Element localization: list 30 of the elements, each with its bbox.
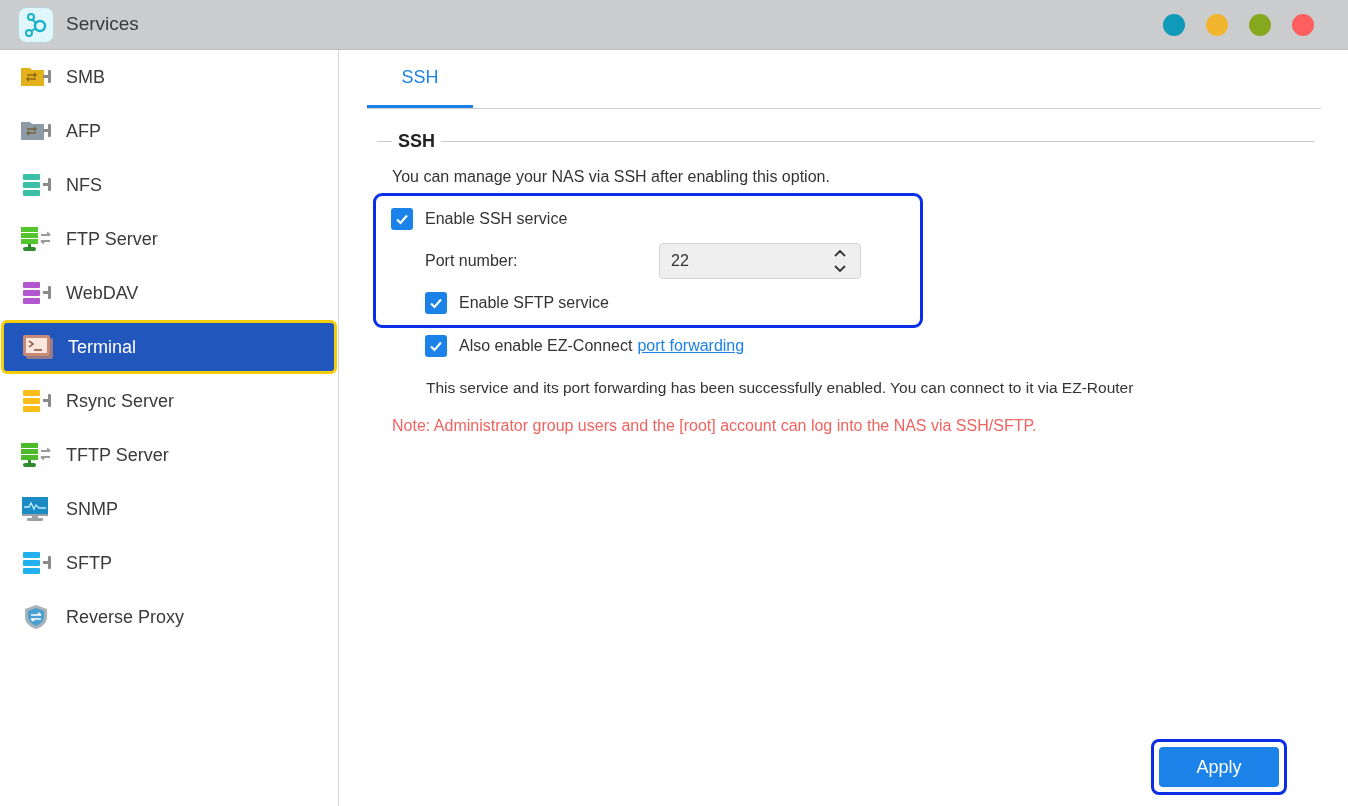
sidebar-item[interactable]: AFP (0, 104, 338, 158)
apply-button[interactable]: Apply (1159, 747, 1279, 787)
stepper-icon[interactable] (833, 248, 847, 274)
tab[interactable]: SSH (367, 50, 473, 108)
sidebar-item[interactable]: SFTP (0, 536, 338, 590)
sidebar-item[interactable]: SNMP (0, 482, 338, 536)
app-logo-icon (18, 6, 54, 43)
checkbox-label: Enable SFTP service (459, 293, 609, 313)
checkbox[interactable] (425, 335, 447, 357)
sidebar-item[interactable]: Terminal (1, 320, 337, 374)
sidebar-item[interactable]: FTP Server (0, 212, 338, 266)
checkbox-label: Enable SSH service (425, 209, 568, 229)
field-label: Port number: (425, 251, 519, 271)
status-message: This service and its port forwarding has been successfully enabled. You can connect to it via EZ-Router (426, 378, 1135, 398)
sidebar-item[interactable]: TFTP Server (0, 428, 338, 482)
section-legend: SSH (392, 128, 441, 155)
checkbox-label: Also enable EZ-Connect (459, 336, 633, 356)
sidebar-item[interactable]: NFS (0, 158, 338, 212)
checkbox[interactable] (391, 208, 413, 230)
checkbox[interactable] (425, 292, 447, 314)
note-text: Note: Administrator group users and the [root] account can log into the NAS via SSH/SFTP. (392, 416, 1038, 437)
sidebar-item[interactable]: SMB (0, 50, 338, 104)
section-description: You can manage your NAS via SSH after enabling this option. (392, 167, 831, 187)
sidebar-item[interactable]: Rsync Server (0, 374, 338, 428)
sidebar-item[interactable]: WebDAV (0, 266, 338, 320)
port-number-field[interactable]: 22 (659, 243, 861, 279)
sidebar-item[interactable]: Reverse Proxy (0, 590, 338, 644)
window-control[interactable] (1163, 13, 1185, 36)
window-title: Services (66, 12, 139, 37)
port-forwarding-link[interactable]: port forwarding (637, 334, 745, 358)
